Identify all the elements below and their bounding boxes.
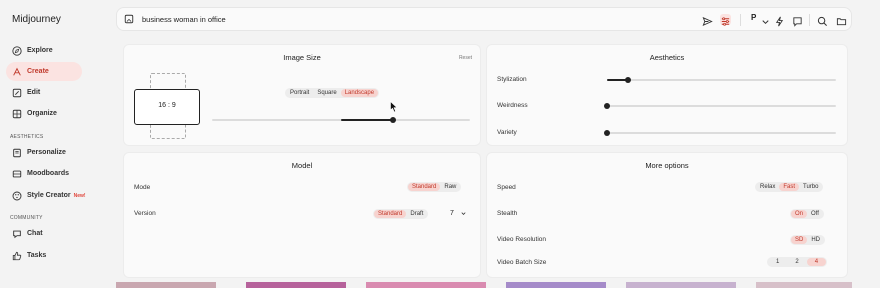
speed-selector: Relax Fast Turbo [755,182,824,192]
video-resolution-hd[interactable]: HD [807,236,824,244]
grid-icon [12,109,22,118]
weirdness-label: Weirdness [497,102,528,109]
video-batch-size-label: Video Batch Size [497,259,547,266]
video-batch-4[interactable]: 4 [806,258,827,266]
sidebar-item-label: Style Creator [27,192,71,199]
mode-standard[interactable]: Standard [408,183,441,191]
orientation-selector: Portrait Square Landscape [285,88,380,98]
stylization-slider[interactable] [607,77,836,83]
panel-title: Image Size [283,53,321,62]
orientation-portrait[interactable]: Portrait [286,89,313,97]
pen-icon [13,67,21,76]
speed-turbo[interactable]: Turbo [799,183,822,191]
weirdness-slider-knob[interactable] [604,103,610,109]
mouse-cursor-icon [390,101,398,113]
app-root: Midjourney Explore Create Edit Organize … [0,0,880,288]
variety-slider[interactable] [604,130,836,136]
send-icon[interactable] [702,14,713,27]
video-batch-1[interactable]: 1 [768,258,787,266]
aesthetics-section-header: AESTHETICS [10,134,44,140]
video-resolution-selector: SD HD [790,235,826,245]
weirdness-slider[interactable] [604,103,836,109]
panel-title: Aesthetics [649,53,685,62]
video-batch-size-selector: 1 2 4 [767,257,828,267]
thumbs-up-icon [12,251,22,260]
sidebar-item-label: Personalize [27,149,66,156]
moodboard-icon [12,170,22,177]
size-slider-knob[interactable] [389,117,396,123]
size-slider-fill [341,119,393,121]
orientation-landscape[interactable]: Landscape [340,89,379,97]
version-selector: Standard Draft [373,209,429,219]
search-icon[interactable] [817,14,828,26]
palette-icon [12,191,22,200]
lightning-icon[interactable] [774,14,785,27]
stealth-chat-icon[interactable] [792,14,803,27]
chevron-down-icon[interactable] [760,14,771,25]
stealth-label: Stealth [497,210,518,217]
stylization-label: Stylization [497,76,527,83]
sidebar: Midjourney Explore Create Edit Organize … [0,0,108,288]
sidebar-item-label: Tasks [27,252,47,259]
sidebar-item-label: Chat [27,230,43,237]
video-batch-2[interactable]: 2 [787,258,806,266]
version-number-select[interactable]: 7 [450,210,454,217]
version-draft[interactable]: Draft [406,210,427,218]
sidebar-item-style-creator[interactable]: Style Creator New! [6,186,98,205]
sidebar-item-chat[interactable]: Chat [6,224,82,243]
gallery-preview-strip [116,282,852,288]
sidebar-item-label: Explore [27,47,53,54]
folder-icon[interactable] [836,14,847,26]
orientation-square[interactable]: Square [313,89,340,97]
settings-sliders-icon[interactable] [720,14,731,26]
personalize-toggle[interactable]: P [751,13,756,22]
personalize-icon [13,148,21,157]
sidebar-item-label: Moodboards [27,170,69,177]
toolbar-divider [740,14,741,26]
prompt-bar: P [116,7,852,31]
compass-icon [12,45,22,56]
version-label: Version [134,210,156,217]
logo[interactable]: Midjourney [12,14,61,25]
image-prompt-icon[interactable] [124,14,134,24]
sidebar-item-create[interactable]: Create [6,62,82,81]
sidebar-item-tasks[interactable]: Tasks [6,246,82,265]
video-resolution-label: Video Resolution [497,236,547,243]
mode-raw[interactable]: Raw [440,183,460,191]
stealth-selector: On Off [790,209,824,219]
size-slider[interactable] [212,117,470,123]
community-section-header: COMMUNITY [10,215,43,221]
chevron-down-icon[interactable] [460,210,467,217]
sidebar-item-moodboards[interactable]: Moodboards [6,164,82,183]
reset-button[interactable]: Reset [459,55,472,61]
stylization-slider-knob[interactable] [624,77,631,83]
sidebar-item-organize[interactable]: Organize [6,104,82,123]
mode-selector: Standard Raw [407,182,462,192]
panel-title: Model [291,161,313,170]
video-resolution-sd[interactable]: SD [791,236,808,244]
new-badge: New! [73,192,86,199]
variety-slider-knob[interactable] [604,130,610,136]
speed-label: Speed [497,184,516,191]
speed-fast[interactable]: Fast [779,183,800,191]
mode-label: Mode [134,184,151,191]
aesthetics-panel: Aesthetics [486,44,848,146]
stealth-on[interactable]: On [791,210,808,218]
edit-icon [12,88,22,97]
version-standard[interactable]: Standard [374,210,407,218]
panel-title: More options [645,161,689,170]
sidebar-item-label: Organize [27,110,57,117]
prompt-input[interactable] [142,13,542,26]
aspect-ratio-label: 16 : 9 [158,102,176,109]
variety-label: Variety [497,129,517,136]
chat-icon [13,230,21,238]
sidebar-item-label: Create [27,68,49,75]
stealth-off[interactable]: Off [807,210,823,218]
sidebar-item-explore[interactable]: Explore [6,41,82,60]
sidebar-item-personalize[interactable]: Personalize [6,143,82,162]
speed-relax[interactable]: Relax [756,183,779,191]
sidebar-item-label: Edit [27,89,41,96]
toolbar-divider [809,14,810,26]
sidebar-item-edit[interactable]: Edit [6,83,82,102]
